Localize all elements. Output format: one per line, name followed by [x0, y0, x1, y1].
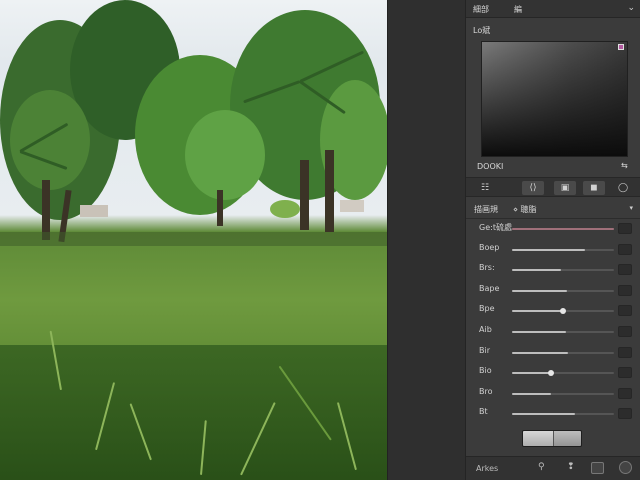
slider-fill: [512, 392, 551, 395]
panel-footer: Arkes ⚲ ❢: [466, 456, 640, 480]
slider-fill: [512, 351, 569, 354]
slider-row: Aib: [466, 323, 640, 343]
info-icon[interactable]: ❢: [567, 462, 575, 472]
image-icon[interactable]: [591, 462, 604, 474]
settings-icon[interactable]: [619, 461, 632, 474]
slider-label: Bpe: [479, 304, 495, 314]
slider-row: Bt: [466, 405, 640, 425]
footer-label: Arkes: [476, 464, 499, 473]
slider-label: Bio: [479, 366, 492, 376]
slider-label: Bt: [479, 407, 488, 417]
tree-foliage: [10, 90, 90, 190]
slider-value-box[interactable]: [618, 284, 632, 296]
slider-value-box[interactable]: [618, 346, 632, 358]
slider-track[interactable]: [512, 248, 614, 251]
tab-details[interactable]: 細部: [473, 4, 489, 15]
chevron-down-icon[interactable]: ▾: [629, 204, 633, 212]
slider-row: Bape: [466, 282, 640, 302]
fill-square-icon[interactable]: ◼: [583, 181, 605, 195]
slider-track[interactable]: [512, 228, 614, 230]
foreground-shadow: [0, 345, 387, 480]
section-header[interactable]: 描画規 ⋄ 聴脂 ▾: [466, 199, 640, 219]
slider-track[interactable]: [512, 370, 614, 377]
slider-row: Bir: [466, 344, 640, 364]
slider-value-box[interactable]: [618, 408, 632, 420]
slider-value-box[interactable]: [618, 367, 632, 379]
pin-icon[interactable]: ⚲: [538, 462, 545, 472]
distant-building: [340, 200, 364, 212]
tab-edit[interactable]: 編: [514, 4, 522, 15]
slider-fill: [512, 310, 563, 313]
distant-building: [80, 205, 108, 217]
slider-track[interactable]: [512, 289, 614, 292]
slider-fill: [512, 248, 586, 251]
slider-row: Bro: [466, 385, 640, 405]
tree-trunk: [217, 190, 223, 226]
slider-track[interactable]: [512, 392, 614, 395]
slider-label: Bro: [479, 386, 493, 396]
slider-row: Bio: [466, 364, 640, 384]
collapse-icon[interactable]: ⌄: [627, 3, 635, 13]
tree-trunk: [325, 150, 334, 232]
tool-row: ☷ ⟨⟩ ▣ ◼ ◯: [466, 177, 640, 197]
slider-label: Boep: [479, 242, 500, 252]
reset-button[interactable]: [553, 431, 581, 446]
circle-icon[interactable]: ◯: [612, 181, 634, 195]
slider-value-box[interactable]: [618, 387, 632, 399]
slider-value-box[interactable]: [618, 305, 632, 317]
slider-fill: [512, 413, 576, 416]
slider-row: Ge:t硫處: [466, 220, 640, 240]
slider-track[interactable]: [512, 351, 614, 354]
slider-knob[interactable]: [547, 370, 554, 377]
slider-fill: [512, 269, 561, 272]
section-name: 描画規: [474, 205, 498, 214]
slider-label: Ge:t硫處: [479, 223, 512, 232]
slider-value-box[interactable]: [618, 243, 632, 255]
panel-gutter: [387, 0, 465, 480]
slider-knob[interactable]: [560, 308, 566, 315]
slider-label: Brs:: [479, 263, 495, 273]
slider-value-box[interactable]: [618, 264, 632, 276]
slider-track[interactable]: [512, 331, 614, 333]
slider-value-box[interactable]: [618, 223, 632, 234]
adjustments-panel: 細部 編 ⌄ Lo斌 DOOKI ⇆ ☷ ⟨⟩ ▣ ◼ ◯ 描画規 ⋄ 聴脂 ▾…: [465, 0, 640, 480]
slider-label: Bape: [479, 283, 500, 293]
grid-icon[interactable]: ☷: [474, 181, 496, 195]
slider-track[interactable]: [512, 308, 614, 315]
bush: [270, 200, 300, 218]
apply-button[interactable]: [523, 431, 553, 446]
picker-label: Lo斌: [473, 26, 491, 35]
color-picker[interactable]: [481, 41, 628, 157]
slider-row: Bpe: [466, 302, 640, 322]
swap-icon[interactable]: ⇆: [621, 161, 628, 170]
slider-fill: [512, 331, 567, 333]
slider-fill: [512, 289, 568, 292]
slider-label: Bir: [479, 345, 490, 355]
tree-foliage: [185, 110, 265, 200]
tree-trunk: [300, 160, 309, 230]
slider-row: Brs:: [466, 261, 640, 281]
tree-trunk: [42, 180, 50, 240]
color-picker-handle[interactable]: [618, 44, 624, 50]
photo-canvas[interactable]: [0, 0, 387, 480]
section-value: ⋄ 聴脂: [513, 205, 537, 214]
slider-track[interactable]: [512, 413, 614, 416]
slider-value-box[interactable]: [618, 326, 632, 337]
slider-track[interactable]: [512, 269, 614, 272]
slider-fill: [512, 228, 614, 230]
square-icon[interactable]: ▣: [554, 181, 576, 195]
code-icon[interactable]: ⟨⟩: [522, 181, 544, 195]
apply-button-group: [522, 430, 582, 447]
slider-fill: [512, 372, 551, 375]
slider-label: Aib: [479, 325, 492, 334]
picker-readout: DOOKI: [477, 162, 504, 171]
tree-shadow: [0, 232, 387, 246]
panel-header: 細部 編 ⌄: [466, 0, 640, 18]
slider-row: Boep: [466, 241, 640, 261]
